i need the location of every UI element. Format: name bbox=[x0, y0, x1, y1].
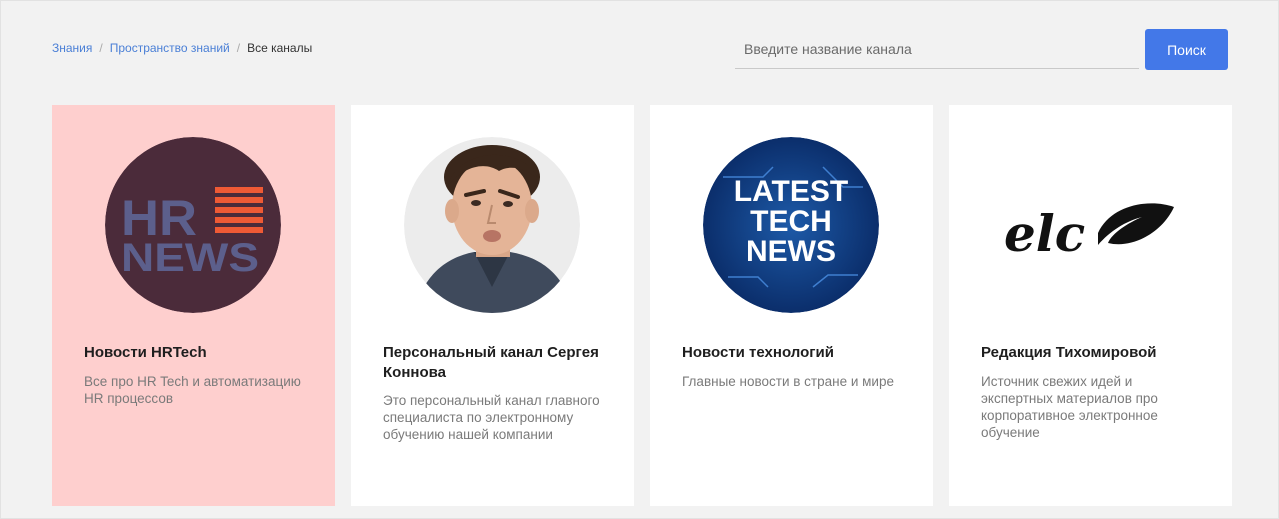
logo-text-tech: TECH bbox=[750, 205, 832, 238]
search-field bbox=[735, 29, 1139, 69]
channel-avatar bbox=[404, 137, 580, 313]
breadcrumb-link-knowledge-space[interactable]: Пространство знаний bbox=[110, 41, 230, 55]
hr-news-logo: HR NEWS bbox=[105, 137, 281, 313]
logo-text-latest: LATEST bbox=[734, 175, 848, 208]
channel-avatar: elc bbox=[1002, 137, 1178, 313]
channel-card-hrtech[interactable]: HR NEWS Новости HRTech Все про HR Tech и… bbox=[52, 105, 335, 506]
channel-card-tech-news[interactable]: LATEST TECH NEWS Новости технологий Глав… bbox=[650, 105, 933, 506]
channel-card-konnov[interactable]: Персональный канал Сергея Коннова Это пе… bbox=[351, 105, 634, 506]
logo-text-news: NEWS bbox=[746, 235, 836, 268]
channel-description: Все про HR Tech и автоматизацию HR проце… bbox=[84, 374, 301, 406]
channel-avatar: HR NEWS bbox=[105, 137, 281, 313]
person-photo bbox=[404, 137, 580, 313]
search-input[interactable] bbox=[735, 29, 1139, 68]
breadcrumb: Знания / Пространство знаний / Все канал… bbox=[52, 41, 312, 55]
breadcrumb-link-knowledge[interactable]: Знания bbox=[52, 41, 92, 55]
channel-description: Главные новости в стране и мире bbox=[682, 374, 894, 389]
channel-description: Это персональный канал главного специали… bbox=[383, 393, 600, 442]
channel-title: Новости HRTech bbox=[84, 344, 207, 361]
channel-title: Редакция Тихомировой bbox=[981, 344, 1157, 361]
tech-news-logo: LATEST TECH NEWS bbox=[703, 137, 879, 313]
breadcrumb-current: Все каналы bbox=[247, 41, 313, 55]
channel-avatar: LATEST TECH NEWS bbox=[703, 137, 879, 313]
breadcrumb-separator: / bbox=[236, 41, 241, 55]
channel-description: Источник свежих идей и экспертных матери… bbox=[981, 374, 1158, 440]
logo-text-elc: elc bbox=[1004, 204, 1085, 263]
channel-list: HR NEWS Новости HRTech Все про HR Tech и… bbox=[52, 105, 1232, 506]
channel-title: Новости технологий bbox=[682, 344, 834, 361]
breadcrumb-separator: / bbox=[99, 41, 103, 55]
elc-logo: elc bbox=[1002, 137, 1178, 313]
channel-card-tikhomirova[interactable]: elc Редакция Тихомировой Источник свежих… bbox=[949, 105, 1232, 506]
channel-title: Персональный канал Сергея Коннова bbox=[383, 344, 599, 381]
logo-text-news: NEWS bbox=[121, 236, 259, 280]
search-button[interactable]: Поиск bbox=[1145, 29, 1228, 70]
